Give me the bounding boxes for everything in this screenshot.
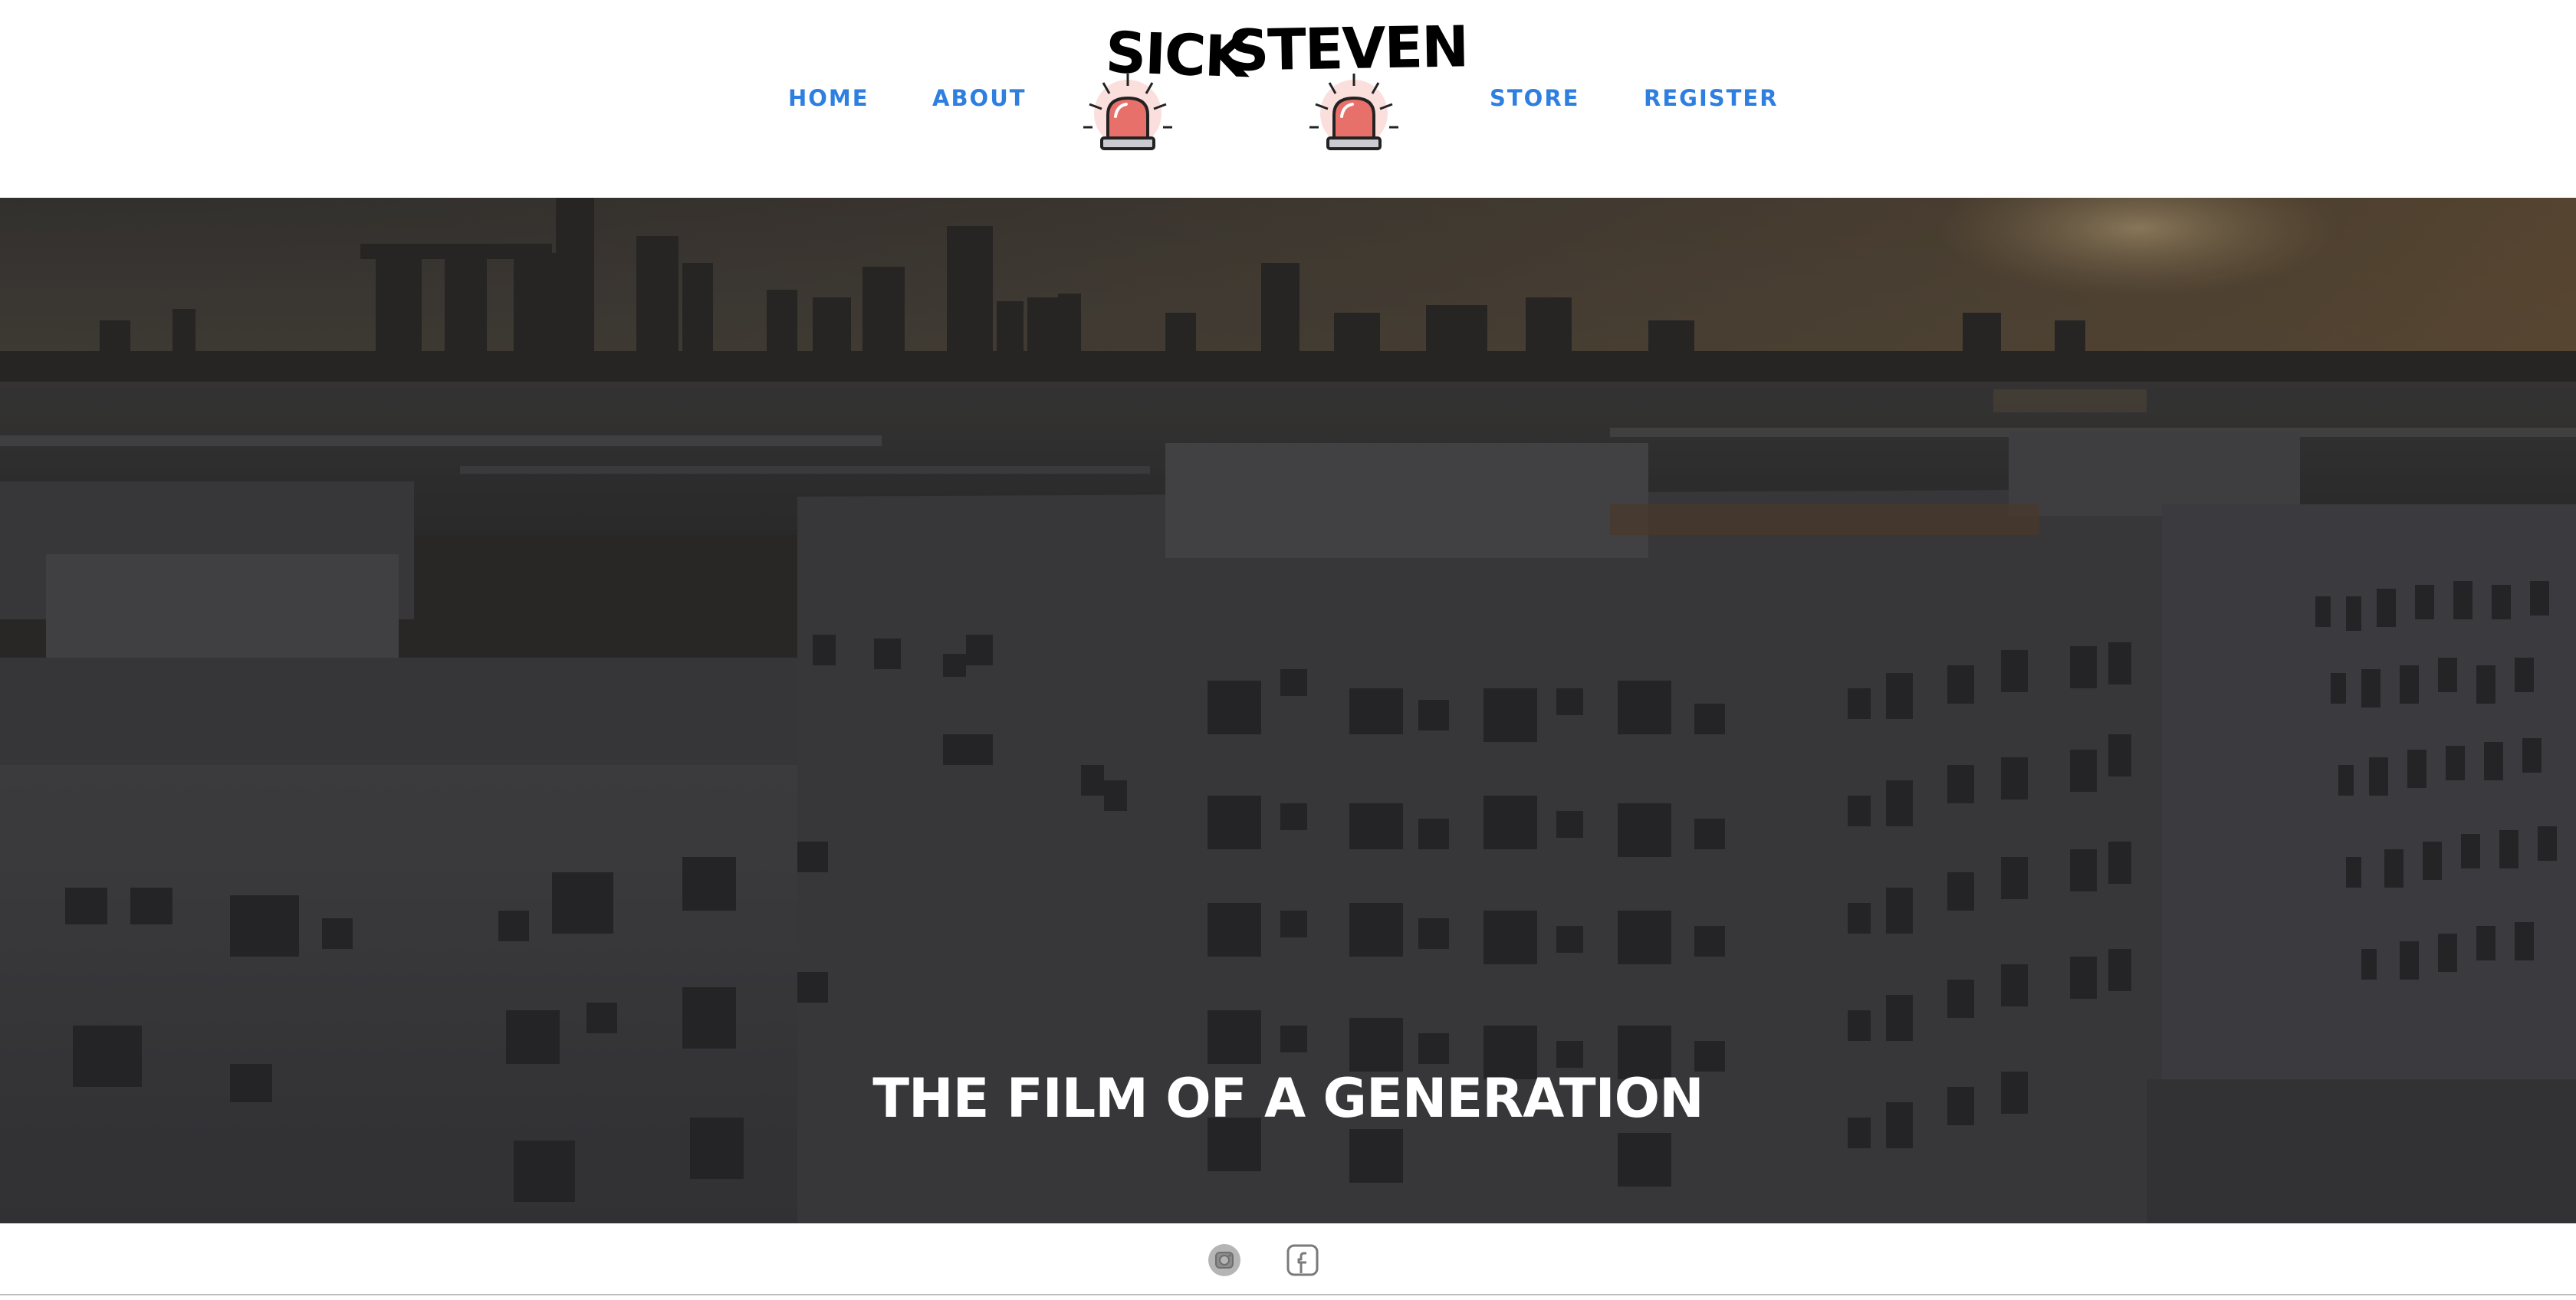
nav-store-link[interactable]: STORE (1490, 83, 1579, 113)
site-footer (0, 1223, 2576, 1300)
site-logo[interactable]: SICK STEVEN (1081, 14, 1468, 161)
page: HOME ABOUT STORE REGISTER SICK STEVEN TH… (0, 0, 2576, 1300)
siren-icon (1309, 74, 1398, 150)
nav-register-link[interactable]: REGISTER (1644, 83, 1779, 113)
nav-home-link[interactable]: HOME (788, 83, 869, 113)
instagram-link[interactable] (1208, 1243, 1241, 1277)
hero-title: THE FILM OF A GENERATION (872, 1067, 1704, 1130)
facebook-link[interactable] (1286, 1243, 1319, 1277)
facebook-icon (1286, 1244, 1319, 1276)
hero-banner: THE FILM OF A GENERATION (0, 198, 2576, 1223)
nav-about-link[interactable]: ABOUT (932, 83, 1027, 113)
site-header: HOME ABOUT STORE REGISTER SICK STEVEN (0, 0, 2576, 198)
instagram-icon (1208, 1244, 1240, 1276)
siren-icon (1083, 74, 1172, 150)
footer-divider (0, 1294, 2576, 1295)
